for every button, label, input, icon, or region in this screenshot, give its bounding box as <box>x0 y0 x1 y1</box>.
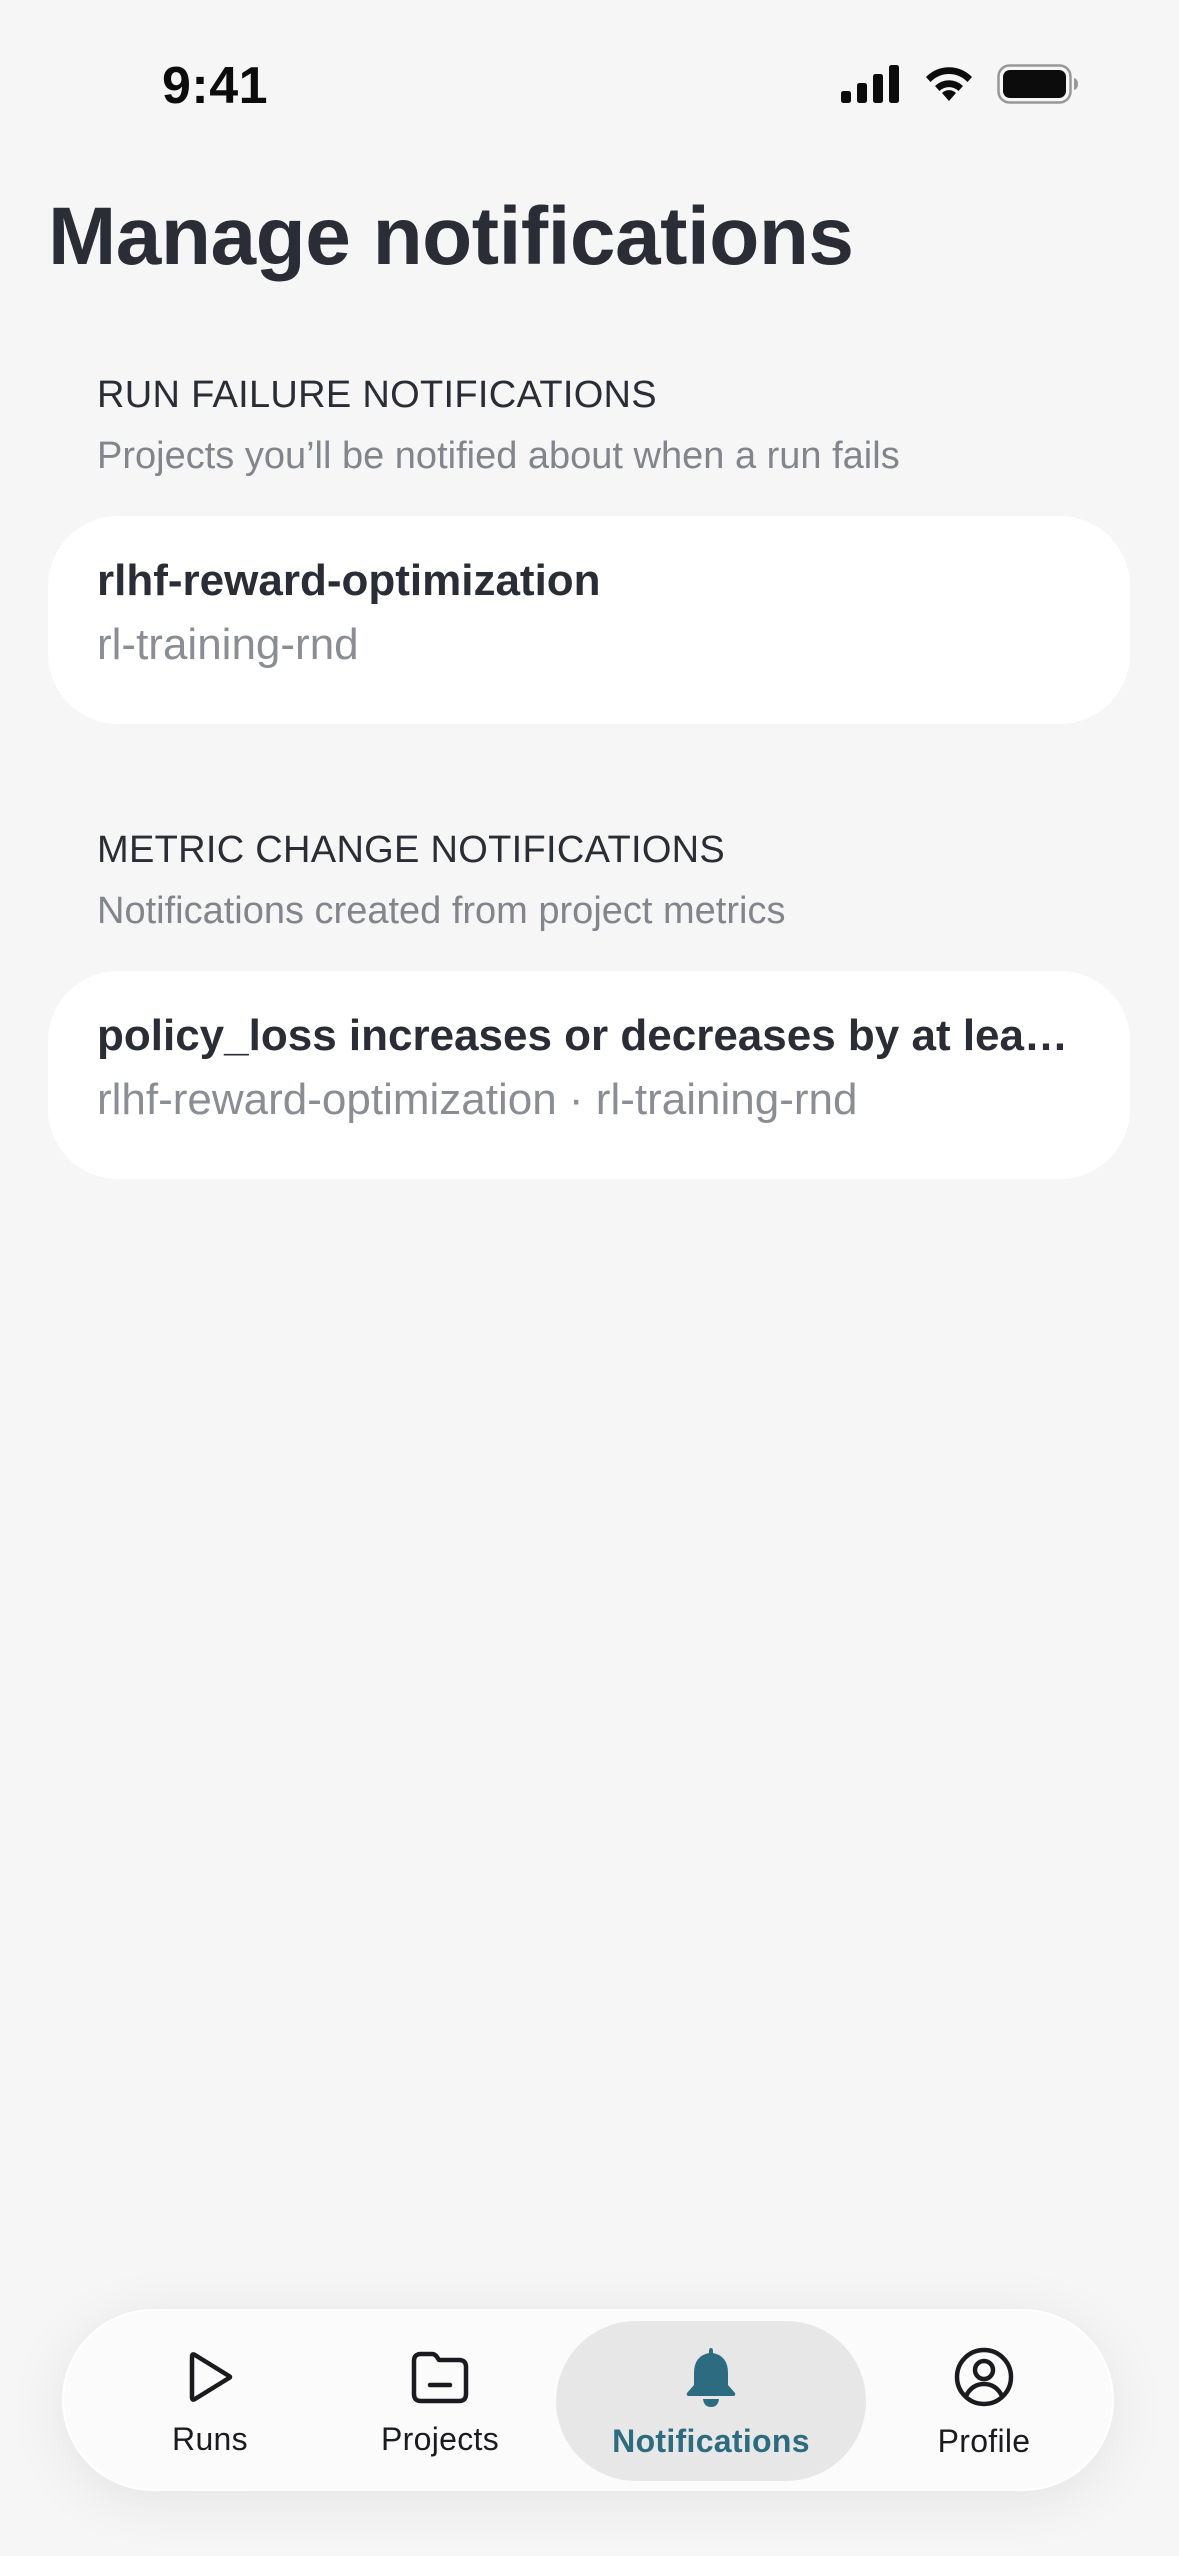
card-subtitle: rlhf-reward-optimization · rl-training-r… <box>97 1075 858 1124</box>
bell-icon <box>686 2347 736 2407</box>
status-time: 9:41 <box>162 57 269 115</box>
section-heading: METRIC CHANGE NOTIFICATIONS <box>97 829 726 871</box>
tab-bar: Runs Projects Notifications Profile <box>62 2309 1114 2491</box>
metric-change-section: METRIC CHANGE NOTIFICATIONS Notification… <box>48 829 1130 1179</box>
play-icon <box>189 2351 233 2402</box>
metric-notification-card[interactable]: policy_loss increases or decreases by at… <box>48 971 1130 1179</box>
tab-profile[interactable]: Profile <box>884 2311 1084 2493</box>
card-title: policy_loss increases or decreases by at… <box>97 1011 1081 1060</box>
page-title: Manage notifications <box>48 191 854 282</box>
tab-projects[interactable]: Projects <box>340 2311 540 2493</box>
section-heading: RUN FAILURE NOTIFICATIONS <box>97 374 657 416</box>
tab-notifications[interactable]: Notifications <box>556 2311 866 2493</box>
card-subtitle: rl-training-rnd <box>97 620 359 669</box>
card-title: rlhf-reward-optimization <box>97 556 601 605</box>
tab-label: Projects <box>381 2420 499 2457</box>
user-circle-icon <box>954 2347 1014 2406</box>
battery-icon <box>997 64 1078 104</box>
folder-icon <box>411 2351 469 2403</box>
section-description: Notifications created from project metri… <box>97 890 786 932</box>
tab-runs[interactable]: Runs <box>110 2311 310 2493</box>
wifi-icon <box>926 67 972 101</box>
run-failure-project-card[interactable]: rlhf-reward-optimization rl-training-rnd <box>48 516 1130 724</box>
status-icons <box>841 64 1079 104</box>
tab-label: Profile <box>937 2422 1031 2459</box>
tab-label: Notifications <box>612 2422 810 2459</box>
status-bar: 9:41 <box>0 0 1179 170</box>
run-failure-section: RUN FAILURE NOTIFICATIONS Projects you’l… <box>48 374 1130 724</box>
cellular-signal-icon <box>841 65 899 103</box>
section-description: Projects you’ll be notified about when a… <box>97 435 900 477</box>
tab-label: Runs <box>172 2420 248 2457</box>
